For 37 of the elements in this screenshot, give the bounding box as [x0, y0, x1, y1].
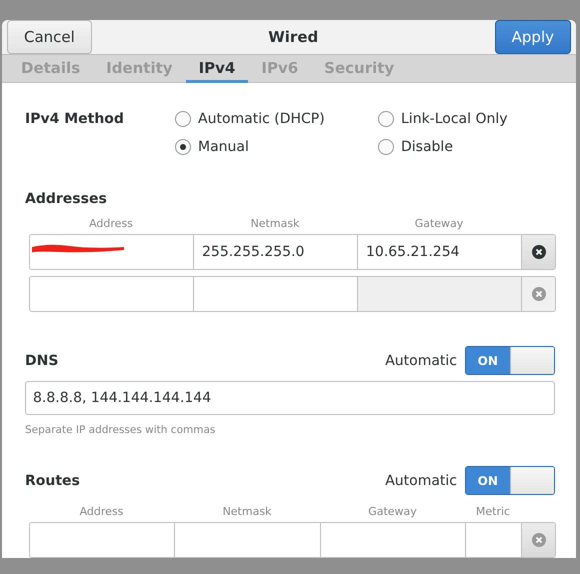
column-header: Address [78, 505, 124, 518]
radio-label: Link-Local Only [401, 111, 508, 127]
column-header: Netmask [222, 505, 272, 518]
radio-button[interactable] [378, 111, 394, 127]
close-icon [532, 533, 546, 547]
close-icon [532, 287, 546, 301]
radio-button[interactable] [378, 139, 394, 155]
address-input[interactable] [30, 235, 194, 269]
close-icon [532, 245, 546, 259]
automatic-switch[interactable]: ON [465, 466, 555, 495]
column-header: Gateway [367, 505, 418, 518]
column-header: Metric [474, 505, 512, 518]
radio-label: Manual [198, 139, 249, 155]
address-input[interactable] [30, 277, 194, 311]
column-header: Address [88, 217, 134, 230]
hint-text: Separate IP addresses with commas [25, 424, 216, 436]
column-header: Netmask [250, 217, 300, 230]
cancel-button[interactable]: Cancel [7, 20, 92, 54]
automatic-switch[interactable]: ON [465, 346, 555, 375]
method-label: IPv4 Method [25, 111, 125, 127]
automatic-label: Automatic [385, 352, 457, 368]
radio-label: Disable [401, 139, 453, 155]
radio-button[interactable] [175, 111, 191, 127]
tab[interactable]: IPv4 [186, 55, 248, 83]
apply-button[interactable]: Apply [494, 20, 571, 54]
delete-button[interactable] [522, 235, 555, 269]
dns-input[interactable]: 8.8.8.8, 144.144.144.144 [25, 381, 555, 415]
section-title: DNS [25, 352, 58, 368]
section-title: Routes [25, 472, 80, 488]
route-input[interactable] [30, 523, 175, 557]
automatic-label: Automatic [385, 472, 457, 488]
radio-button[interactable] [175, 139, 191, 155]
column-header: Gateway [414, 217, 464, 230]
address-input[interactable] [358, 277, 522, 311]
window-title: Wired [268, 28, 318, 46]
radio-label: Automatic (DHCP) [198, 111, 325, 127]
section-title: Addresses [25, 191, 107, 207]
